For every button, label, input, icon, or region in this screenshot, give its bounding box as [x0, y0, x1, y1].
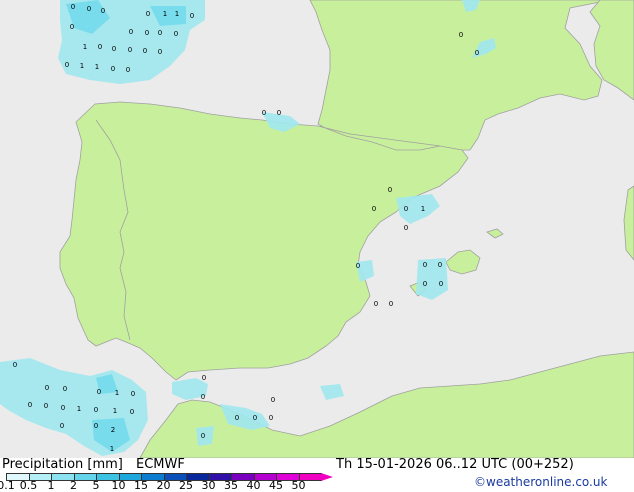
station-value-21: 0 [111, 65, 115, 73]
legend-tick-label: 20 [156, 479, 171, 492]
station-value-48: 0 [44, 402, 48, 410]
legend-tick-label: 2 [70, 479, 77, 492]
weather-map-page: 0000110000000100000110000000001000000000… [0, 0, 634, 492]
legend-tick-label: 35 [224, 479, 238, 492]
station-value-31: 0 [404, 224, 408, 232]
station-value-18: 0 [65, 61, 69, 69]
station-value-61: 0 [201, 432, 205, 440]
station-value-33: 0 [423, 261, 427, 269]
station-value-3: 0 [146, 10, 150, 18]
legend-tick-label: 1 [47, 479, 55, 492]
station-value-24: 0 [475, 49, 479, 57]
station-value-8: 0 [129, 28, 133, 36]
station-value-15: 0 [128, 46, 132, 54]
station-value-42: 0 [45, 384, 49, 392]
station-value-9: 0 [145, 29, 149, 37]
station-value-11: 0 [174, 30, 178, 38]
station-value-45: 0 [131, 390, 135, 398]
station-value-57: 0 [269, 414, 273, 422]
station-value-28: 0 [372, 205, 376, 213]
legend-tick-label: 5 [92, 479, 100, 492]
station-value-44: 1 [115, 389, 119, 397]
station-value-47: 0 [28, 401, 32, 409]
station-value-52: 1 [113, 407, 117, 415]
legend-tick-label: 10 [111, 479, 126, 492]
station-value-50: 1 [77, 405, 81, 413]
station-value-17: 0 [158, 48, 162, 56]
legend-tick-label: 15 [134, 479, 148, 492]
station-value-40: 0 [202, 374, 206, 382]
precipitation-map: 0 0 0 0 1 1 000 0 0 001 0 0 0 00 1 1 0 0000 000 0 100 0 00 00 00… [0, 0, 634, 458]
legend-tick-label: 40 [246, 479, 261, 492]
station-value-41: 0 [201, 393, 205, 401]
station-value-10: 0 [158, 29, 162, 37]
station-value-53: 0 [130, 408, 134, 416]
station-value-4: 1 [163, 10, 167, 18]
station-value-5: 1 [175, 10, 179, 18]
legend-tick-label: 0.5 [19, 479, 38, 492]
legend-tick-label: 25 [179, 479, 193, 492]
station-value-56: 0 [253, 414, 257, 422]
legend-tick-label: 50 [291, 479, 306, 492]
station-value-30: 1 [421, 205, 425, 213]
station-value-35: 0 [423, 280, 427, 288]
station-value-62: 1 [110, 445, 114, 453]
legend-arrow [321, 473, 333, 481]
station-value-58: 0 [60, 422, 64, 430]
station-value-13: 1 [83, 43, 87, 51]
station-value-59: 0 [94, 422, 98, 430]
station-value-46: 0 [97, 388, 101, 396]
station-value-43: 0 [63, 385, 67, 393]
station-value-12: 0 [98, 43, 102, 51]
station-value-34: 0 [438, 261, 442, 269]
station-value-19: 1 [80, 62, 84, 70]
station-value-23: 0 [459, 31, 463, 39]
map-legend-footer: Precipitation [mm] ECMWF Th 15-01-2026 0… [0, 458, 634, 492]
station-value-26: 0 [277, 109, 281, 117]
station-value-0: 0 [71, 3, 75, 11]
station-value-22: 0 [126, 66, 130, 74]
station-value-32: 0 [356, 262, 360, 270]
station-value-39: 0 [13, 361, 17, 369]
station-value-29: 0 [404, 205, 408, 213]
station-value-1: 0 [87, 5, 91, 13]
station-value-25: 0 [262, 109, 266, 117]
legend-tick-label: 30 [201, 479, 216, 492]
station-value-2: 0 [101, 7, 105, 15]
station-value-38: 0 [389, 300, 393, 308]
station-value-20: 1 [95, 63, 99, 71]
station-value-16: 0 [143, 47, 147, 55]
station-value-37: 0 [374, 300, 378, 308]
credit-link[interactable]: ©weatheronline.co.uk [474, 475, 607, 489]
legend-tick-label: 45 [269, 479, 283, 492]
station-value-7: 0 [70, 23, 74, 31]
station-value-36: 0 [439, 280, 443, 288]
station-value-60: 2 [111, 426, 115, 434]
legend-tick-label: 0.1 [0, 479, 15, 492]
station-value-51: 0 [94, 406, 98, 414]
station-value-27: 0 [388, 186, 392, 194]
station-value-54: 0 [271, 396, 275, 404]
station-value-49: 0 [61, 404, 65, 412]
station-value-14: 0 [112, 45, 116, 53]
station-value-6: 0 [190, 12, 194, 20]
station-value-55: 0 [235, 414, 239, 422]
